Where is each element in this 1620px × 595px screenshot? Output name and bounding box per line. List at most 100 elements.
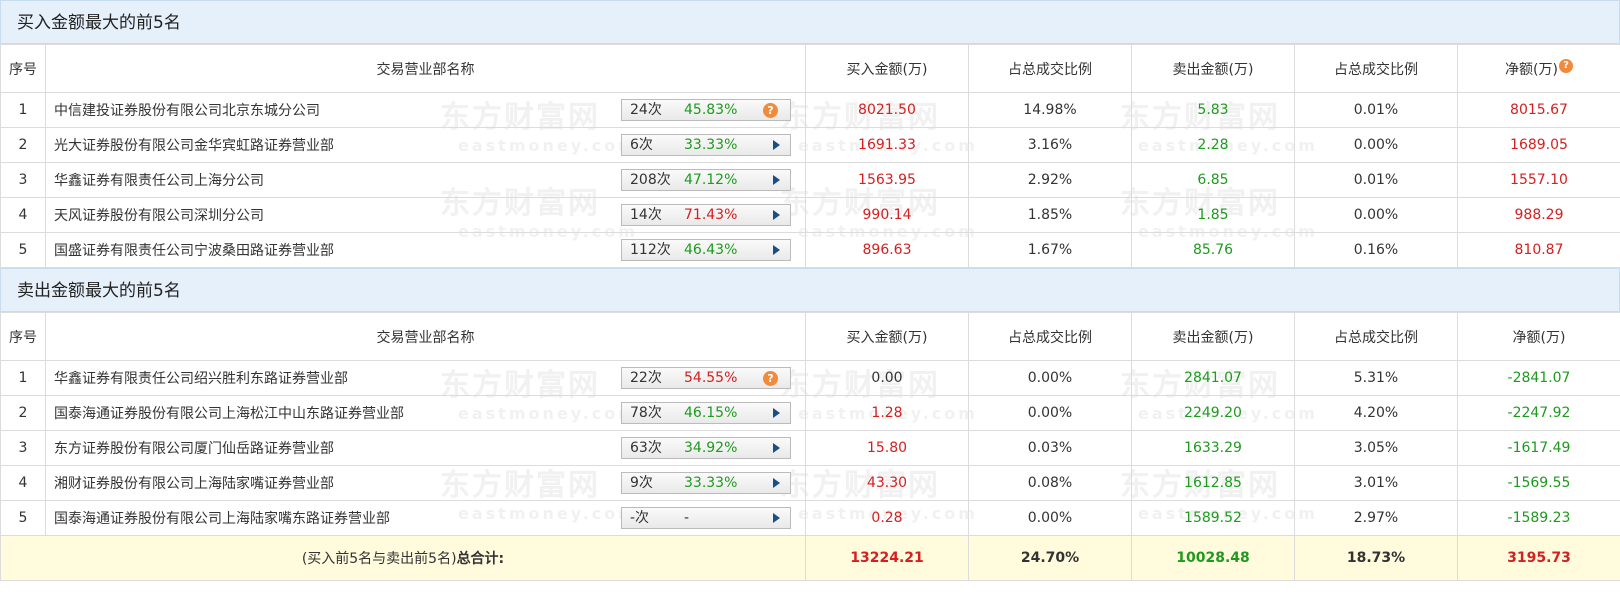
header-buy-amount[interactable]: 买入金额(万)	[805, 44, 969, 93]
buy-section-title: 买入金额最大的前5名	[0, 0, 1620, 44]
buy-ratio: 0.08%	[968, 465, 1132, 501]
trade-count: 24次	[630, 102, 662, 118]
buy-amount: 1691.33	[805, 127, 969, 163]
dept-name-link[interactable]: 天风证券股份有限公司深圳分公司	[54, 208, 264, 224]
sell-amount: 1.85	[1131, 197, 1295, 233]
trade-count: -次	[630, 510, 650, 526]
help-icon[interactable]: ?	[763, 103, 778, 118]
table-row: 3 东方证券股份有限公司厦门仙岳路证券营业部 63次 34.92% 15.80 …	[0, 430, 1620, 466]
dept-name-link[interactable]: 中信建投证券股份有限公司北京东城分公司	[54, 103, 320, 119]
dept-cell: 国泰海通证券股份有限公司上海松江中山东路证券营业部 78次 46.15%	[45, 395, 806, 431]
total-label: (买入前5名与卖出前5名)总合计:	[0, 535, 806, 581]
header-sell-amount[interactable]: 卖出金额(万)	[1131, 44, 1295, 93]
net-amount: 988.29	[1457, 197, 1620, 233]
header-index: 序号	[0, 312, 46, 361]
history-stat-box[interactable]: 208次 47.12%	[621, 169, 791, 191]
help-icon[interactable]: ?	[1558, 58, 1573, 73]
sell-ratio: 0.00%	[1294, 197, 1458, 233]
buy-amount: 0.00	[805, 360, 969, 396]
header-buy-amount[interactable]: 买入金额(万)	[805, 312, 969, 361]
dept-name-link[interactable]: 光大证券股份有限公司金华宾虹路证券营业部	[54, 138, 334, 154]
expand-arrow-icon[interactable]	[773, 175, 780, 185]
header-buy-ratio[interactable]: 占总成交比例	[968, 312, 1132, 361]
history-stat-box[interactable]: 22次 54.55% ?	[621, 367, 791, 389]
sell-ratio: 0.01%	[1294, 92, 1458, 128]
table-row: 5 国泰海通证券股份有限公司上海陆家嘴东路证券营业部 -次 - 0.28 0.0…	[0, 500, 1620, 536]
header-sell-ratio[interactable]: 占总成交比例	[1294, 312, 1458, 361]
table-row: 4 天风证券股份有限公司深圳分公司 14次 71.43% 990.14 1.85…	[0, 197, 1620, 233]
dept-name-link[interactable]: 东方证券股份有限公司厦门仙岳路证券营业部	[54, 441, 334, 457]
win-rate: 71.43%	[684, 207, 738, 223]
header-sell-ratio[interactable]: 占总成交比例	[1294, 44, 1458, 93]
sell-ratio: 0.00%	[1294, 127, 1458, 163]
dept-name-link[interactable]: 国盛证券有限责任公司宁波桑田路证券营业部	[54, 243, 334, 259]
expand-arrow-icon[interactable]	[773, 140, 780, 150]
dept-name-link[interactable]: 国泰海通证券股份有限公司上海陆家嘴东路证券营业部	[54, 511, 390, 527]
table-row: 4 湘财证券股份有限公司上海陆家嘴证券营业部 9次 33.33% 43.30 0…	[0, 465, 1620, 501]
table-row: 5 国盛证券有限责任公司宁波桑田路证券营业部 112次 46.43% 896.6…	[0, 232, 1620, 268]
dept-name-link[interactable]: 华鑫证券有限责任公司上海分公司	[54, 173, 264, 189]
trade-count: 6次	[630, 137, 653, 153]
buy-table: 序号 交易营业部名称 买入金额(万) 占总成交比例 卖出金额(万) 占总成交比例…	[0, 44, 1620, 268]
header-net-amount[interactable]: 净额(万)?	[1457, 44, 1620, 93]
history-stat-box[interactable]: 78次 46.15%	[621, 402, 791, 424]
expand-arrow-icon[interactable]	[773, 443, 780, 453]
row-index: 4	[0, 465, 46, 501]
total-label-bold: 总合计:	[456, 551, 505, 567]
total-sell-ratio: 18.73%	[1294, 535, 1458, 581]
expand-arrow-icon[interactable]	[773, 513, 780, 523]
sell-amount: 2249.20	[1131, 395, 1295, 431]
history-stat-box[interactable]: 9次 33.33%	[621, 472, 791, 494]
buy-table-header: 序号 交易营业部名称 买入金额(万) 占总成交比例 卖出金额(万) 占总成交比例…	[0, 44, 1620, 93]
dept-cell: 国泰海通证券股份有限公司上海陆家嘴东路证券营业部 -次 -	[45, 500, 806, 536]
header-dept-name: 交易营业部名称	[45, 44, 806, 93]
expand-arrow-icon[interactable]	[773, 210, 780, 220]
expand-arrow-icon[interactable]	[773, 245, 780, 255]
win-rate: 45.83%	[684, 102, 738, 118]
sell-ratio: 3.05%	[1294, 430, 1458, 466]
sell-amount: 85.76	[1131, 232, 1295, 268]
row-index: 3	[0, 430, 46, 466]
sell-amount: 1589.52	[1131, 500, 1295, 536]
history-stat-box[interactable]: 24次 45.83% ?	[621, 99, 791, 121]
win-rate: 33.33%	[684, 475, 738, 491]
trade-count: 14次	[630, 207, 662, 223]
trade-count: 208次	[630, 172, 671, 188]
sell-table-header: 序号 交易营业部名称 买入金额(万) 占总成交比例 卖出金额(万) 占总成交比例…	[0, 312, 1620, 361]
dept-name-link[interactable]: 国泰海通证券股份有限公司上海松江中山东路证券营业部	[54, 406, 404, 422]
history-stat-box[interactable]: 63次 34.92%	[621, 437, 791, 459]
row-index: 1	[0, 92, 46, 128]
history-stat-box[interactable]: -次 -	[621, 507, 791, 529]
expand-arrow-icon[interactable]	[773, 478, 780, 488]
net-amount: 8015.67	[1457, 92, 1620, 128]
buy-amount: 990.14	[805, 197, 969, 233]
buy-ratio: 0.00%	[968, 360, 1132, 396]
trade-count: 22次	[630, 370, 662, 386]
sell-table: 序号 交易营业部名称 买入金额(万) 占总成交比例 卖出金额(万) 占总成交比例…	[0, 312, 1620, 581]
history-stat-box[interactable]: 14次 71.43%	[621, 204, 791, 226]
sell-amount: 1633.29	[1131, 430, 1295, 466]
row-index: 5	[0, 232, 46, 268]
header-net-amount[interactable]: 净额(万)	[1457, 312, 1620, 361]
header-dept-name: 交易营业部名称	[45, 312, 806, 361]
buy-amount: 0.28	[805, 500, 969, 536]
table-row: 2 国泰海通证券股份有限公司上海松江中山东路证券营业部 78次 46.15% 1…	[0, 395, 1620, 431]
win-rate: 54.55%	[684, 370, 738, 386]
total-buy-ratio: 24.70%	[968, 535, 1132, 581]
dept-cell: 湘财证券股份有限公司上海陆家嘴证券营业部 9次 33.33%	[45, 465, 806, 501]
dept-cell: 华鑫证券有限责任公司上海分公司 208次 47.12%	[45, 162, 806, 198]
net-amount: -1569.55	[1457, 465, 1620, 501]
help-icon[interactable]: ?	[763, 371, 778, 386]
dept-name-link[interactable]: 湘财证券股份有限公司上海陆家嘴证券营业部	[54, 476, 334, 492]
sell-ratio: 2.97%	[1294, 500, 1458, 536]
table-row: 3 华鑫证券有限责任公司上海分公司 208次 47.12% 1563.95 2.…	[0, 162, 1620, 198]
total-net-amount: 3195.73	[1457, 535, 1620, 581]
dept-name-link[interactable]: 华鑫证券有限责任公司绍兴胜利东路证券营业部	[54, 371, 348, 387]
expand-arrow-icon[interactable]	[773, 408, 780, 418]
header-buy-ratio[interactable]: 占总成交比例	[968, 44, 1132, 93]
history-stat-box[interactable]: 112次 46.43%	[621, 239, 791, 261]
header-sell-amount[interactable]: 卖出金额(万)	[1131, 312, 1295, 361]
win-rate: 46.43%	[684, 242, 738, 258]
total-row: (买入前5名与卖出前5名)总合计: 13224.21 24.70% 10028.…	[0, 535, 1620, 581]
history-stat-box[interactable]: 6次 33.33%	[621, 134, 791, 156]
